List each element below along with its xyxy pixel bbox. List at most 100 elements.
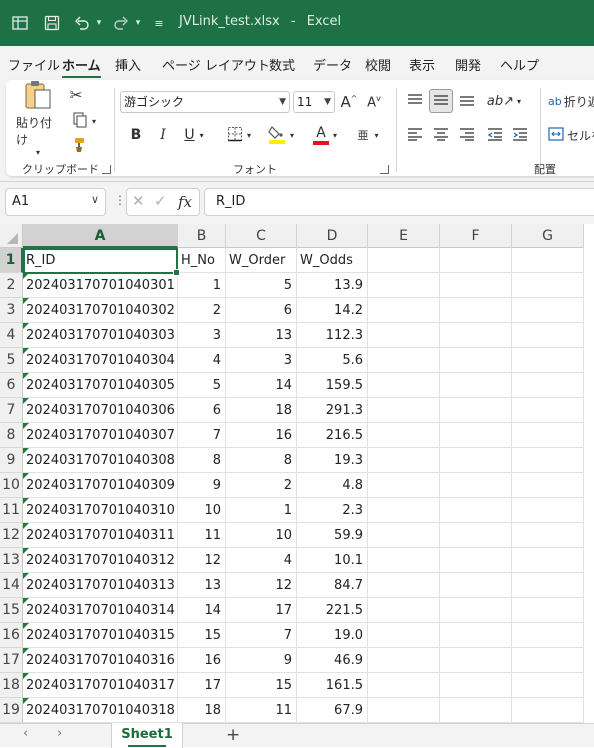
font-size-select[interactable]: 11 ▼ [293,91,335,113]
tab-help[interactable]: ヘルプ [500,55,539,74]
cell-f6[interactable] [440,373,512,398]
cell-b16[interactable]: 15 [178,623,226,648]
cell-d1[interactable]: W_Odds [297,248,368,273]
align-right-button[interactable] [456,124,478,146]
cell-a15[interactable]: 202403170701040314 [23,598,178,623]
font-name-select[interactable]: 游ゴシック ▼ [120,91,290,113]
cell-c3[interactable]: 6 [226,298,297,323]
tab-data[interactable]: データ [313,55,352,74]
undo-icon[interactable] [72,13,92,33]
cell-g15[interactable] [512,598,584,623]
cell-b9[interactable]: 8 [178,448,226,473]
row-header-9[interactable]: 9 [0,448,23,473]
bold-button[interactable]: B [126,124,146,146]
select-all-button[interactable] [0,224,23,248]
add-sheet-button[interactable]: + [226,725,240,745]
cell-f15[interactable] [440,598,512,623]
cell-a9[interactable]: 202403170701040308 [23,448,178,473]
font-dialog-launcher-icon[interactable] [380,165,389,174]
cell-d17[interactable]: 46.9 [297,648,368,673]
merge-center-button[interactable]: セルを [548,124,594,146]
wrap-text-button[interactable]: ab 折り返 [548,90,594,112]
row-header-19[interactable]: 19 [0,698,23,723]
cell-d3[interactable]: 14.2 [297,298,368,323]
cell-d19[interactable]: 67.9 [297,698,368,723]
cell-g19[interactable] [512,698,584,723]
cell-a8[interactable]: 202403170701040307 [23,423,178,448]
cell-f16[interactable] [440,623,512,648]
cell-e2[interactable] [368,273,440,298]
cell-g18[interactable] [512,673,584,698]
borders-button[interactable]: ▾ [222,124,256,146]
cell-c19[interactable]: 11 [226,698,297,723]
italic-button[interactable]: I [153,124,173,146]
scroll-sheets-left-icon[interactable]: ‹ [23,726,28,741]
cell-b7[interactable]: 6 [178,398,226,423]
cell-b17[interactable]: 16 [178,648,226,673]
cell-d7[interactable]: 291.3 [297,398,368,423]
cell-d18[interactable]: 161.5 [297,673,368,698]
cell-d6[interactable]: 159.5 [297,373,368,398]
row-header-10[interactable]: 10 [0,473,23,498]
cell-e1[interactable] [368,248,440,273]
cell-a7[interactable]: 202403170701040306 [23,398,178,423]
clipboard-dialog-launcher-icon[interactable] [102,165,111,174]
cell-a16[interactable]: 202403170701040315 [23,623,178,648]
cell-g7[interactable] [512,398,584,423]
cell-d15[interactable]: 221.5 [297,598,368,623]
cell-d13[interactable]: 10.1 [297,548,368,573]
cell-e10[interactable] [368,473,440,498]
cell-b10[interactable]: 9 [178,473,226,498]
cell-c16[interactable]: 7 [226,623,297,648]
cell-g17[interactable] [512,648,584,673]
cell-a19[interactable]: 202403170701040318 [23,698,178,723]
cell-e12[interactable] [368,523,440,548]
cell-e5[interactable] [368,348,440,373]
cell-f8[interactable] [440,423,512,448]
row-header-8[interactable]: 8 [0,423,23,448]
tab-home[interactable]: ホーム [62,55,101,79]
cell-b19[interactable]: 18 [178,698,226,723]
cell-c17[interactable]: 9 [226,648,297,673]
cell-g2[interactable] [512,273,584,298]
cell-a17[interactable]: 202403170701040316 [23,648,178,673]
cell-c14[interactable]: 12 [226,573,297,598]
cell-e14[interactable] [368,573,440,598]
cell-c2[interactable]: 5 [226,273,297,298]
underline-button[interactable]: U ▾ [178,124,210,146]
cell-c8[interactable]: 16 [226,423,297,448]
name-box-dropdown-icon[interactable]: ∨ [91,193,99,206]
cell-d4[interactable]: 112.3 [297,323,368,348]
cell-f19[interactable] [440,698,512,723]
confirm-formula-icon[interactable]: ✓ [154,192,167,210]
cell-f13[interactable] [440,548,512,573]
cell-a10[interactable]: 202403170701040309 [23,473,178,498]
cell-b3[interactable]: 2 [178,298,226,323]
tab-file[interactable]: ファイル [8,55,60,74]
align-middle-button[interactable] [429,89,453,113]
increase-font-size-button[interactable]: A^ [338,91,360,113]
cell-c18[interactable]: 15 [226,673,297,698]
format-painter-button[interactable] [66,136,88,156]
row-header-16[interactable]: 16 [0,623,23,648]
cell-f10[interactable] [440,473,512,498]
row-header-4[interactable]: 4 [0,323,23,348]
cell-c6[interactable]: 14 [226,373,297,398]
cell-b2[interactable]: 1 [178,273,226,298]
fill-color-button[interactable]: ▾ [264,122,298,148]
cell-d11[interactable]: 2.3 [297,498,368,523]
cell-e8[interactable] [368,423,440,448]
cell-e18[interactable] [368,673,440,698]
cell-c9[interactable]: 8 [226,448,297,473]
cell-b4[interactable]: 3 [178,323,226,348]
row-header-18[interactable]: 18 [0,673,23,698]
cell-g13[interactable] [512,548,584,573]
cell-e16[interactable] [368,623,440,648]
cell-c10[interactable]: 2 [226,473,297,498]
tab-page-layout[interactable]: ページ レイアウト [162,55,270,74]
cell-f14[interactable] [440,573,512,598]
cell-g6[interactable] [512,373,584,398]
column-header-g[interactable]: G [512,224,584,248]
row-header-11[interactable]: 11 [0,498,23,523]
tab-view[interactable]: 表示 [409,55,435,74]
